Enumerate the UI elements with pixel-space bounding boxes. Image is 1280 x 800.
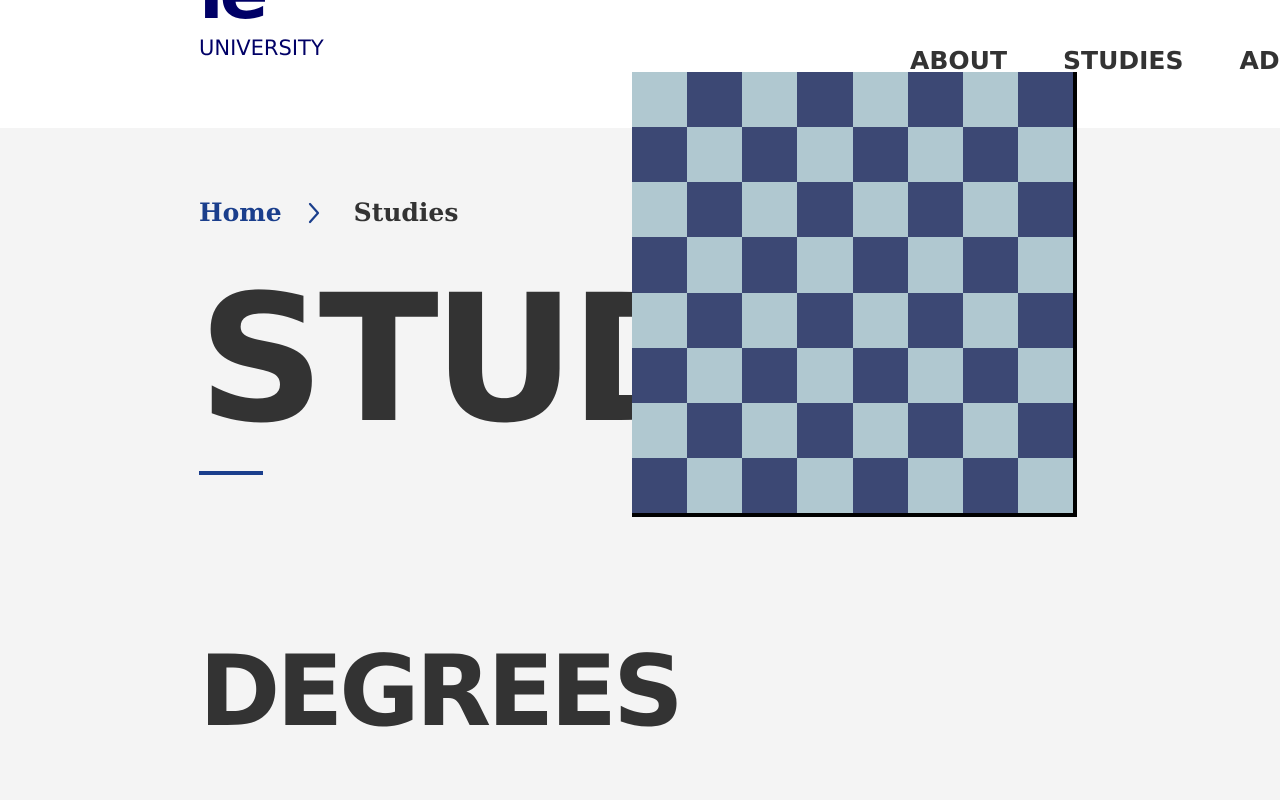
ie-university-logo[interactable]: ie UNIVERSITY xyxy=(199,0,349,62)
checker-cell xyxy=(687,347,743,403)
checker-cell xyxy=(632,347,688,403)
checker-cell xyxy=(632,182,688,238)
checker-cell xyxy=(742,457,798,513)
checker-cell xyxy=(852,347,908,403)
checker-cell xyxy=(852,292,908,348)
checker-cell xyxy=(962,457,1018,513)
checker-cell xyxy=(742,292,798,348)
checker-cell xyxy=(852,182,908,238)
logo-wordmark: UNIVERSITY xyxy=(199,36,324,60)
checker-cell xyxy=(962,402,1018,458)
checker-cell xyxy=(962,237,1018,293)
checker-cell xyxy=(907,457,963,513)
checker-cell xyxy=(1017,457,1073,513)
checker-cell xyxy=(742,402,798,458)
checker-cell xyxy=(632,237,688,293)
logo-mark: ie xyxy=(199,0,268,29)
page: ie UNIVERSITY ABOUT STUDIES AD HomeStudi… xyxy=(0,0,1280,800)
checker-cell xyxy=(742,127,798,183)
checker-cell xyxy=(797,127,853,183)
checker-cell xyxy=(962,347,1018,403)
checker-cell xyxy=(1017,127,1073,183)
checker-cell xyxy=(852,127,908,183)
nav-item-admissions[interactable]: AD xyxy=(1240,44,1280,78)
checker-cell xyxy=(1017,402,1073,458)
chevron-right-icon xyxy=(306,196,342,230)
checker-cell xyxy=(632,292,688,348)
checker-cell xyxy=(687,402,743,458)
checker-cell xyxy=(962,127,1018,183)
degrees-heading: DEGREES xyxy=(199,635,684,749)
checker-cell xyxy=(907,127,963,183)
checker-cell xyxy=(687,457,743,513)
checker-cell xyxy=(687,182,743,238)
checker-cell xyxy=(742,347,798,403)
checker-cell xyxy=(1017,292,1073,348)
checker-cell xyxy=(852,72,908,128)
checker-cell xyxy=(852,457,908,513)
checker-cell xyxy=(687,292,743,348)
checker-cell xyxy=(797,72,853,128)
checker-cell xyxy=(797,292,853,348)
checker-cell xyxy=(687,72,743,128)
checker-cell xyxy=(907,72,963,128)
checker-cell xyxy=(797,347,853,403)
nav-item-studies[interactable]: STUDIES xyxy=(1063,44,1184,78)
checker-cell xyxy=(742,237,798,293)
checker-cell xyxy=(687,237,743,293)
checker-cell xyxy=(797,182,853,238)
checker-cell xyxy=(632,457,688,513)
checker-cell xyxy=(962,72,1018,128)
checker-cell xyxy=(1017,72,1073,128)
checker-cell xyxy=(962,182,1018,238)
checker-cell xyxy=(742,72,798,128)
checker-cell xyxy=(797,402,853,458)
breadcrumb-current: Studies xyxy=(353,198,459,227)
checkerboard-overlay xyxy=(632,72,1077,517)
checker-cell xyxy=(907,182,963,238)
checker-cell xyxy=(852,237,908,293)
checker-cell xyxy=(632,127,688,183)
checker-cell xyxy=(962,292,1018,348)
checker-cell xyxy=(742,182,798,238)
checker-cell xyxy=(1017,347,1073,403)
checker-cell xyxy=(907,292,963,348)
checker-cell xyxy=(797,237,853,293)
breadcrumb: Home Studies xyxy=(199,196,458,230)
checker-cell xyxy=(852,402,908,458)
checker-cell xyxy=(907,237,963,293)
checker-cell xyxy=(797,457,853,513)
checker-cell xyxy=(687,127,743,183)
checker-cell xyxy=(907,402,963,458)
breadcrumb-home-link[interactable]: Home xyxy=(199,198,282,227)
checker-cell xyxy=(632,402,688,458)
checker-cell xyxy=(1017,182,1073,238)
title-underline xyxy=(199,471,263,475)
checker-cell xyxy=(632,72,688,128)
checker-cell xyxy=(1017,237,1073,293)
checker-cell xyxy=(907,347,963,403)
